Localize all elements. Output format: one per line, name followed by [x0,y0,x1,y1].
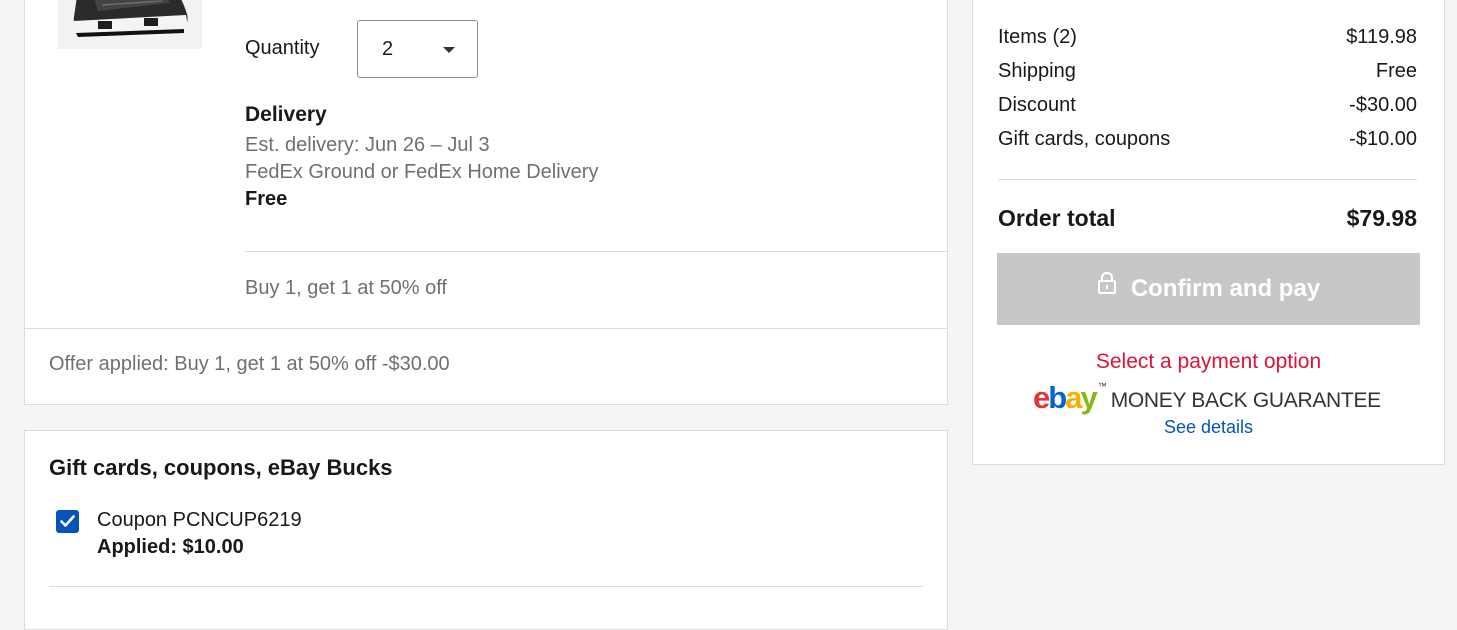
shipping-value: Free [1375,60,1417,82]
ebay-logo: ebay [1033,380,1098,415]
summary-row-items: Items (2) $119.98 [998,26,1417,49]
delivery-carrier: FedEx Ground or FedEx Home Delivery [245,161,599,183]
guarantee-text: MONEY BACK GUARANTEE [1110,389,1381,412]
divider [998,179,1417,180]
quantity-label: Quantity [245,37,320,59]
trademark-symbol: ™ [1097,381,1107,391]
summary-row-gift-cards: Gift cards, coupons -$10.00 [998,128,1417,151]
gift-cards-value: -$10.00 [1349,128,1417,150]
summary-row-shipping: Shipping Free [998,60,1417,83]
items-value: $119.98 [1346,26,1417,48]
confirm-button-label: Confirm and pay [1130,275,1321,302]
coupon-applied-amount: Applied: $10.00 [97,536,244,558]
divider [49,586,923,587]
cart-item-card: Quantity 2 Delivery Est. delivery: Jun 2… [24,0,948,405]
discount-label: Discount [998,94,1076,116]
divider [245,251,947,252]
money-back-guarantee: ebay ™ MONEY BACK GUARANTEE [1033,381,1381,413]
coupons-heading: Gift cards, coupons, eBay Bucks [49,455,393,480]
summary-row-total: Order total $79.98 [998,205,1417,232]
delivery-cost: Free [245,188,288,210]
product-image[interactable] [58,0,202,49]
offer-applied-text: Offer applied: Buy 1, get 1 at 50% off -… [49,353,450,375]
items-label: Items (2) [998,26,1077,48]
coupons-card: Gift cards, coupons, eBay Bucks Coupon P… [24,430,948,630]
quantity-select[interactable]: 2 [357,20,478,78]
delivery-title: Delivery [245,103,327,126]
discount-value: -$30.00 [1349,94,1417,116]
check-icon [60,515,75,527]
coupon-code-label: Coupon PCNCUP6219 [97,509,302,531]
promotion-text: Buy 1, get 1 at 50% off [245,277,447,299]
order-summary-card: Items (2) $119.98 Shipping Free Discount… [972,0,1445,465]
order-total-label: Order total [998,205,1116,231]
quantity-value: 2 [382,38,394,60]
summary-row-discount: Discount -$30.00 [998,94,1417,117]
coupon-checkbox[interactable] [56,510,79,533]
caret-down-icon [443,47,455,53]
delivery-estimate: Est. delivery: Jun 26 – Jul 3 [245,134,490,156]
see-details-link[interactable]: See details [973,417,1444,438]
shipping-label: Shipping [998,60,1076,82]
divider [25,328,947,329]
gift-cards-label: Gift cards, coupons [998,128,1171,150]
lock-icon [1097,271,1117,302]
confirm-and-pay-button[interactable]: Confirm and pay [997,253,1420,325]
payment-warning: Select a payment option [1095,350,1322,373]
order-total-value: $79.98 [1346,205,1417,231]
